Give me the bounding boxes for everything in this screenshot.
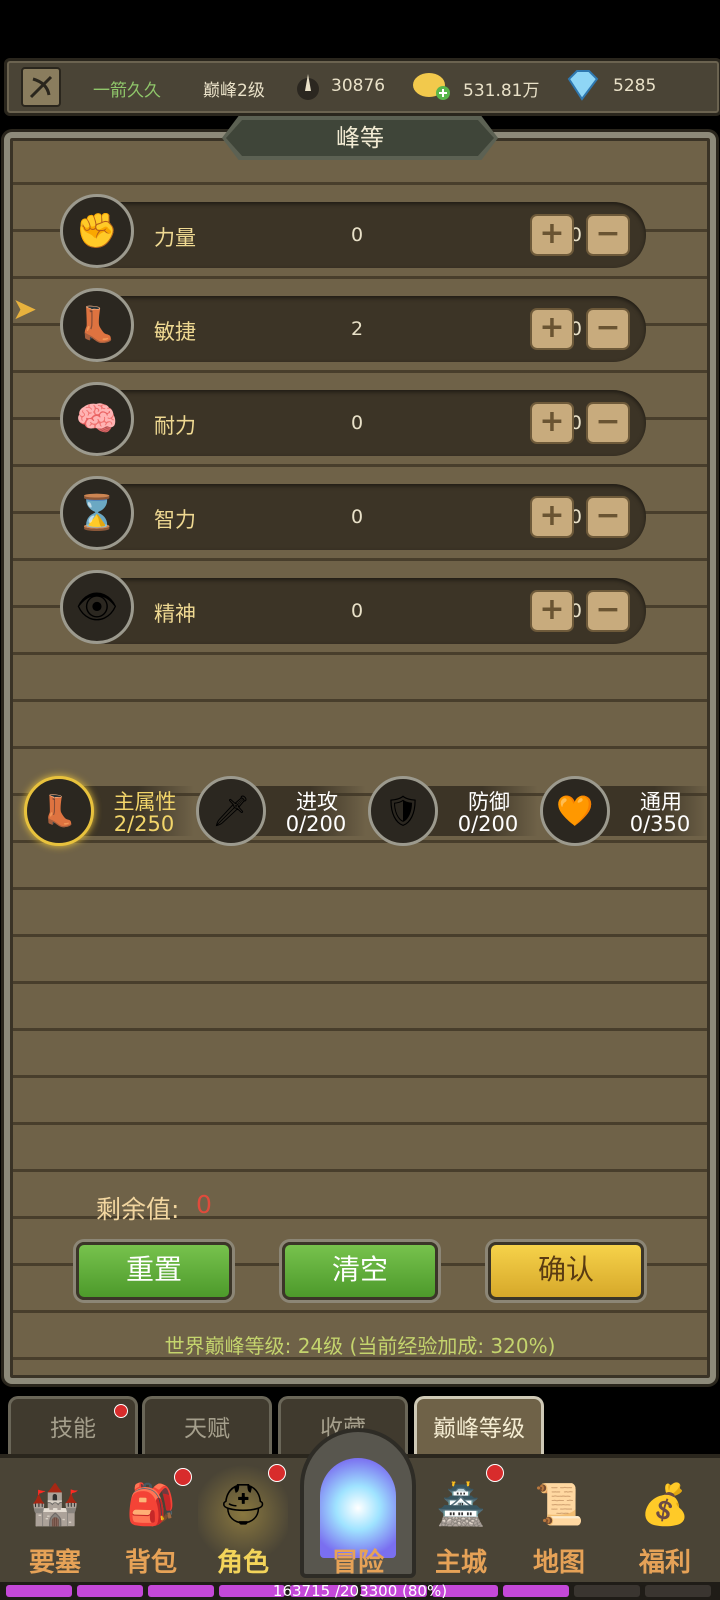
category-value: 0/200 (285, 812, 347, 836)
category-value: 2/250 (113, 812, 175, 836)
nav-main-city[interactable]: 🏯 主城 (416, 1458, 506, 1582)
nav-label: 要塞 (28, 1548, 81, 1578)
scroll-map-icon: 📜 (534, 1481, 584, 1528)
minus-button[interactable]: − (586, 214, 630, 256)
bottom-nav: 🏰 要塞 🎒 背包 ⛑ 角色 冒险 🏯 主城 📜 地图 💰 福利 (0, 1428, 720, 1586)
attribute-value: 0 (350, 412, 364, 434)
attribute-value: 0 (350, 224, 364, 246)
diamond-icon[interactable] (563, 69, 601, 101)
remaining-label: 剩余值: (96, 1195, 180, 1224)
gift-bag-icon: 💰 (640, 1481, 690, 1528)
sword-currency-icon (295, 71, 321, 101)
attribute-row-stamina: 🧠 耐力 0 0/50 + − (60, 382, 646, 456)
notification-dot (268, 1464, 286, 1482)
exp-text: 163715 /203300 (80%) (272, 1582, 448, 1600)
confirm-button[interactable]: 确认 (488, 1242, 644, 1300)
selected-arrow-icon: ➤ (12, 292, 38, 327)
fortress-icon: 🏰 (30, 1481, 80, 1528)
attribute-row-intellect: ⌛ 智力 0 0/50 + − (60, 476, 646, 550)
nav-label: 福利 (638, 1548, 691, 1578)
world-peak-info: 世界巅峰等级: 24级 (当前经验加成: 320%) (164, 1334, 556, 1358)
category-defense[interactable]: 🛡 防御 0/200 (368, 776, 538, 848)
plus-button[interactable]: + (530, 402, 574, 444)
minus-button[interactable]: − (586, 308, 630, 350)
category-attack[interactable]: 🗡 进攻 0/200 (196, 776, 366, 848)
minus-button[interactable]: − (586, 402, 630, 444)
attribute-row-spirit: 👁 精神 0 0/50 + − (60, 570, 646, 644)
heart-icon: 🧡 (540, 776, 610, 846)
nav-label: 主城 (434, 1548, 487, 1578)
nav-label: 地图 (532, 1548, 585, 1578)
attribute-value: 0 (350, 506, 364, 528)
sword-currency-value: 30876 (331, 76, 386, 96)
nav-map[interactable]: 📜 地图 (514, 1458, 604, 1582)
plus-button[interactable]: + (530, 496, 574, 538)
shield-icon: 🛡 (368, 776, 438, 846)
castle-icon: 🏯 (436, 1481, 486, 1528)
attribute-name: 敏捷 (154, 320, 196, 344)
tab-talent[interactable]: 天赋 (142, 1396, 272, 1454)
plus-button[interactable]: + (530, 214, 574, 256)
category-general[interactable]: 🧡 通用 0/350 (540, 776, 710, 848)
player-name: 一箭久久 (93, 81, 161, 101)
category-value: 0/200 (457, 812, 519, 836)
panel-title: 峰等 (226, 120, 494, 156)
eye-icon: 👁 (60, 570, 134, 644)
attribute-name: 智力 (154, 508, 196, 532)
remaining-value: 0 (196, 1190, 212, 1219)
nav-label: 背包 (124, 1548, 177, 1578)
attribute-value: 2 (350, 318, 364, 340)
attribute-name: 耐力 (154, 414, 196, 438)
notification-dot (486, 1464, 504, 1482)
diamond-value: 5285 (613, 76, 657, 96)
top-status-bar: 一箭久久 巅峰2级 30876 531.81万 5285 (4, 58, 720, 116)
tab-peak-level[interactable]: 巅峰等级 (414, 1396, 544, 1454)
avatar[interactable] (21, 67, 61, 107)
clear-button[interactable]: 清空 (282, 1242, 438, 1300)
brain-icon: 🧠 (60, 382, 134, 456)
notification-dot (114, 1404, 128, 1418)
category-main-attribute[interactable]: 👢 主属性 2/250 (24, 776, 194, 848)
nav-label: 角色 (216, 1548, 269, 1578)
nav-backpack[interactable]: 🎒 背包 (106, 1458, 196, 1582)
plus-button[interactable]: + (530, 590, 574, 632)
boot-icon: 👢 (60, 288, 134, 362)
bow-icon (29, 75, 53, 99)
boot-icon: 👢 (24, 776, 94, 846)
hourglass-icon: ⌛ (60, 476, 134, 550)
minus-button[interactable]: − (586, 590, 630, 632)
plus-button[interactable]: + (530, 308, 574, 350)
attribute-value: 0 (350, 600, 364, 622)
minus-button[interactable]: − (586, 496, 630, 538)
exp-bar: 163715 /203300 (80%) (0, 1582, 720, 1600)
category-value: 0/350 (629, 812, 691, 836)
nav-adventure[interactable]: 冒险 (313, 1458, 403, 1582)
attribute-name: 力量 (154, 226, 196, 250)
reset-button[interactable]: 重置 (76, 1242, 232, 1300)
nav-character[interactable]: ⛑ 角色 (198, 1458, 288, 1582)
nav-fortress[interactable]: 🏰 要塞 (10, 1458, 100, 1582)
nav-welfare[interactable]: 💰 福利 (620, 1458, 710, 1582)
sword-icon: 🗡 (196, 776, 266, 846)
notification-dot (174, 1468, 192, 1486)
attribute-name: 精神 (154, 602, 196, 626)
gold-value: 531.81万 (463, 81, 540, 101)
fist-icon: ✊ (60, 194, 134, 268)
attribute-row-agility: 👢 敏捷 2 2/50 + − (60, 288, 646, 362)
peak-level: 巅峰2级 (203, 81, 265, 101)
nav-label: 冒险 (331, 1548, 384, 1578)
helmet-icon: ⛑ (217, 1481, 269, 1528)
gold-icon[interactable] (411, 69, 451, 101)
backpack-icon: 🎒 (126, 1481, 176, 1528)
attribute-row-strength: ✊ 力量 0 0/50 + − (60, 194, 646, 268)
